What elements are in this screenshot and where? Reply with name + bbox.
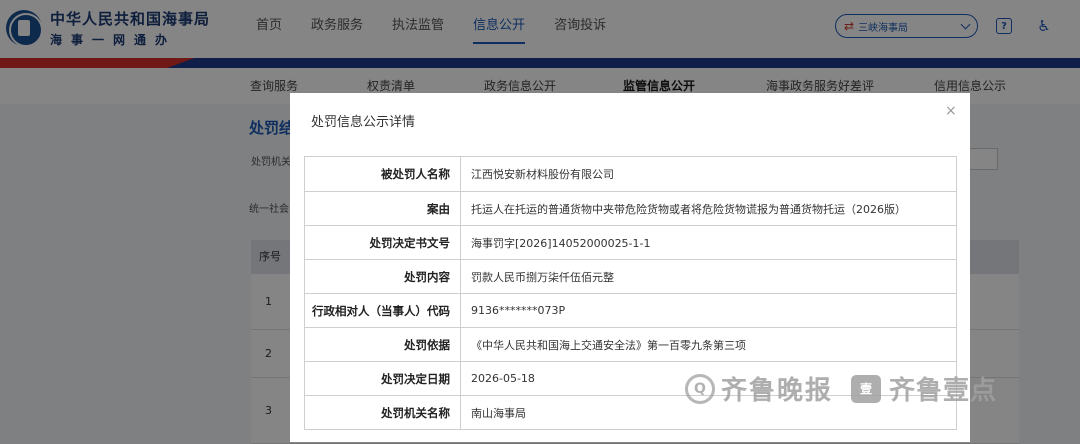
watermark-brand-2: 齐鲁壹点 <box>889 376 998 406</box>
detail-row: 处罚决定书文号 海事罚字[2026]14052000025-1-1 <box>304 225 957 260</box>
watermark-badge: 壹 <box>851 374 882 403</box>
detail-row: 行政相对人（当事人）代码 9136*******073P <box>304 293 957 328</box>
detail-value: 托运人在托运的普通货物中夹带危险货物或者将危险货物谎报为普通货物托运（2026版… <box>460 191 957 226</box>
modal-title: 处罚信息公示详情 <box>311 115 416 130</box>
watermark-logo-icon: Q <box>685 373 715 404</box>
detail-value: 江西悦安新材料股份有限公司 <box>460 156 957 192</box>
detail-value: 罚款人民币捌万柒仟伍佰元整 <box>460 259 957 294</box>
detail-label: 被处罚人名称 <box>304 156 461 192</box>
detail-value: 《中华人民共和国海上交通安全法》第一百零九条第三项 <box>460 327 957 362</box>
detail-row: 处罚内容 罚款人民币捌万柒仟伍佰元整 <box>304 259 957 294</box>
detail-label: 处罚内容 <box>304 259 461 294</box>
detail-label: 案由 <box>304 191 461 226</box>
detail-row: 案由 托运人在托运的普通货物中夹带危险货物或者将危险货物谎报为普通货物托运（20… <box>304 191 957 226</box>
detail-label: 行政相对人（当事人）代码 <box>304 293 461 328</box>
detail-value: 海事罚字[2026]14052000025-1-1 <box>460 225 957 260</box>
watermark: Q 齐鲁晚报 壹 齐鲁壹点 <box>685 370 997 407</box>
detail-label: 处罚决定书文号 <box>304 225 461 260</box>
detail-row: 处罚依据 《中华人民共和国海上交通安全法》第一百零九条第三项 <box>304 327 957 362</box>
detail-label: 处罚决定日期 <box>304 361 461 396</box>
detail-label: 处罚依据 <box>304 327 461 362</box>
detail-label: 处罚机关名称 <box>304 395 461 430</box>
watermark-brand-1: 齐鲁晚报 <box>721 376 834 406</box>
detail-value: 9136*******073P <box>460 293 957 328</box>
detail-row: 被处罚人名称 江西悦安新材料股份有限公司 <box>304 156 957 192</box>
close-icon[interactable]: × <box>945 103 957 119</box>
